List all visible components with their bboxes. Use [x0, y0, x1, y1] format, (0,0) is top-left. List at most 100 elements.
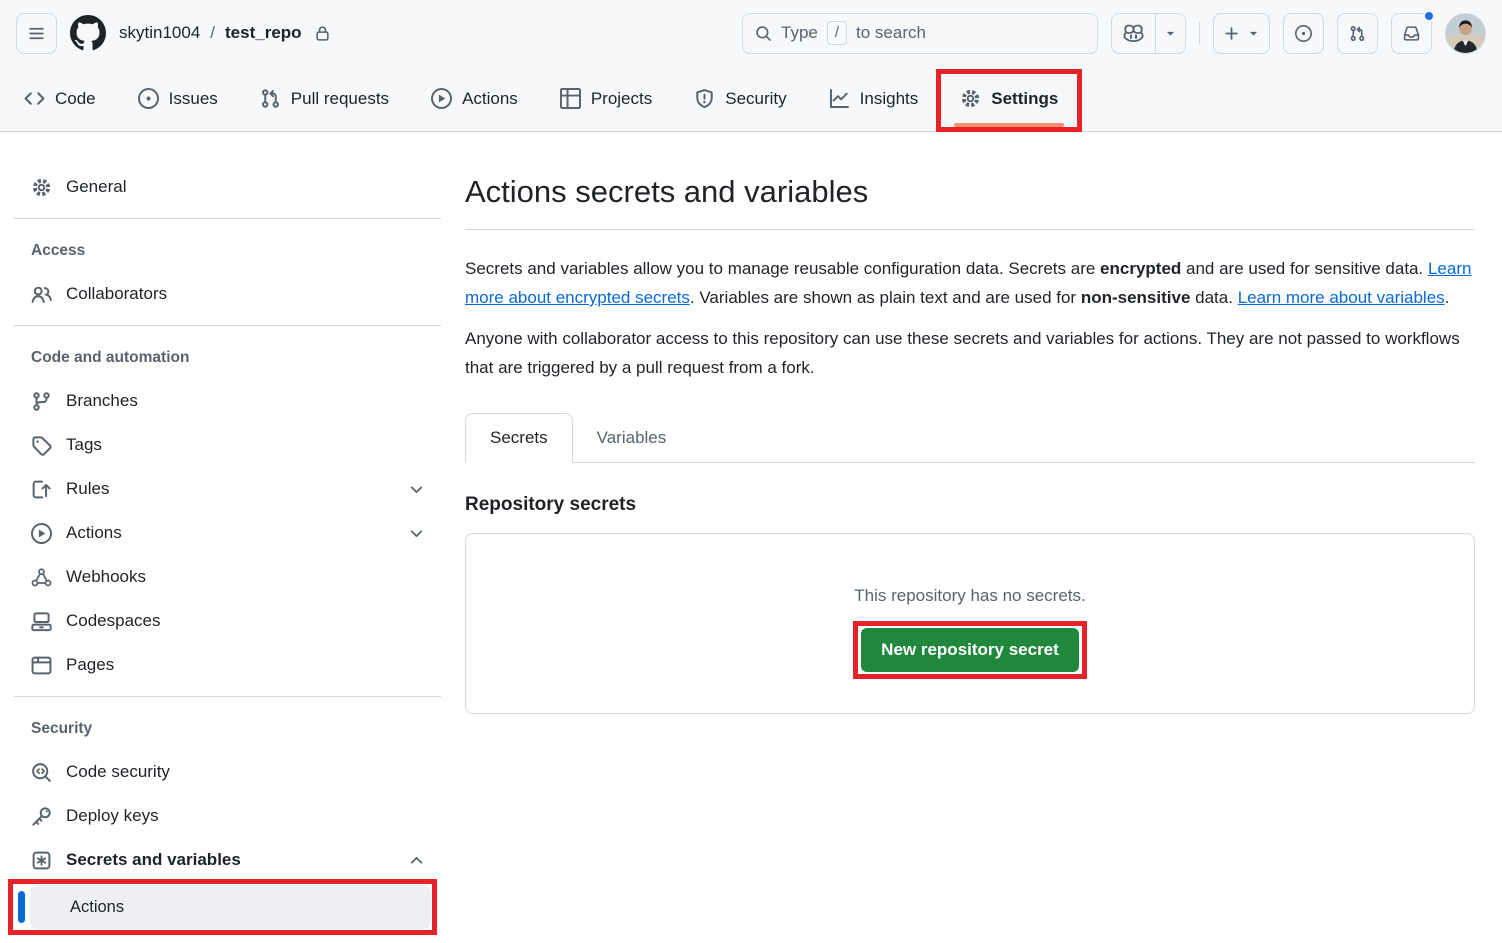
pull-request-icon [1349, 25, 1366, 42]
repository-secrets-heading: Repository secrets [465, 494, 1475, 516]
slash-key-hint: / [827, 21, 847, 45]
chevron-down-icon [408, 525, 425, 542]
avatar[interactable] [1445, 13, 1486, 54]
sidebar-item-branches[interactable]: Branches [14, 379, 443, 423]
chevron-down-icon [408, 481, 425, 498]
tab-label: Projects [591, 89, 652, 109]
copilot-button-group [1111, 13, 1186, 54]
tab-projects[interactable]: Projects [546, 66, 666, 131]
sidebar-subitem-actions[interactable]: Actions [14, 885, 433, 929]
create-new-button[interactable] [1213, 13, 1270, 54]
issues-dashboard-button[interactable] [1283, 13, 1324, 54]
tab-label: Insights [860, 89, 919, 109]
sidebar-item-label: Branches [66, 391, 138, 411]
sidebar-item-label: Tags [66, 435, 102, 455]
empty-state-box: This repository has no secrets. New repo… [465, 533, 1475, 714]
sidebar-item-tags[interactable]: Tags [14, 423, 443, 467]
tab-security[interactable]: Security [680, 66, 800, 131]
sidebar-item-label: Deploy keys [66, 806, 159, 826]
copilot-button[interactable] [1112, 14, 1155, 53]
sidebar-item-label: Codespaces [66, 611, 161, 631]
browser-icon [31, 655, 52, 676]
sidebar-section-code-automation: Code and automation [14, 349, 443, 367]
sidebar-item-deploy-keys[interactable]: Deploy keys [14, 794, 443, 838]
github-logo-icon [70, 15, 106, 51]
sidebar-item-code-security[interactable]: Code security [14, 750, 443, 794]
breadcrumb: skytin1004 / test_repo [119, 23, 331, 43]
new-repository-secret-button[interactable]: New repository secret [861, 628, 1079, 672]
sidebar-divider [14, 325, 441, 326]
tab-label: Settings [991, 89, 1058, 109]
inbox-icon [1403, 25, 1420, 42]
gear-icon [960, 88, 981, 109]
sidebar-item-label: Pages [66, 655, 114, 675]
hamburger-icon [28, 25, 45, 42]
sidebar-item-collaborators[interactable]: Collaborators [14, 272, 443, 316]
inbox-button[interactable] [1391, 13, 1432, 54]
pull-request-icon [260, 88, 281, 109]
lock-icon [314, 25, 331, 42]
sidebar-item-label: Secrets and variables [66, 850, 241, 870]
tab-insights[interactable]: Insights [815, 66, 933, 131]
breadcrumb-separator: / [210, 23, 215, 43]
sidebar-item-secrets-and-variables[interactable]: Secrets and variables [14, 838, 443, 882]
sidebar-item-label: Actions [66, 523, 122, 543]
caret-down-icon [1247, 27, 1260, 40]
tab-settings[interactable]: Settings [946, 66, 1072, 131]
rules-icon [31, 479, 52, 500]
sidebar-subitem-label: Actions [70, 898, 124, 917]
header-divider [1199, 22, 1200, 44]
codespaces-icon [31, 611, 52, 632]
github-logo[interactable] [70, 15, 106, 51]
title-divider [465, 229, 1475, 230]
repo-nav: Code Issues Pull requests Actions Projec… [0, 66, 1502, 132]
sidebar-item-label: Code security [66, 762, 170, 782]
sidebar-item-codespaces[interactable]: Codespaces [14, 599, 443, 643]
graph-icon [829, 88, 850, 109]
avatar-photo [1446, 14, 1485, 53]
breadcrumb-repo-link[interactable]: test_repo [225, 23, 302, 43]
sidebar-item-webhooks[interactable]: Webhooks [14, 555, 443, 599]
link-variables[interactable]: Learn more about variables [1238, 288, 1445, 307]
asterisk-box-icon [31, 850, 52, 871]
issue-opened-icon [138, 88, 159, 109]
main-content: Actions secrets and variables Secrets an… [443, 132, 1502, 714]
people-icon [31, 284, 52, 305]
intro-bold-encrypted: encrypted [1100, 259, 1181, 278]
sidebar-divider [14, 696, 441, 697]
sidebar-item-label: General [66, 177, 126, 197]
tab-secrets[interactable]: Secrets [465, 413, 573, 463]
projects-icon [560, 88, 581, 109]
codescan-icon [31, 762, 52, 783]
hamburger-menu-button[interactable] [16, 13, 57, 54]
search-input[interactable]: Type / to search [742, 13, 1098, 54]
notification-dot [1423, 10, 1435, 22]
sidebar-item-rules[interactable]: Rules [14, 467, 443, 511]
search-placeholder-suffix: to search [856, 23, 926, 43]
copilot-icon [1123, 23, 1144, 44]
tab-actions[interactable]: Actions [417, 66, 532, 131]
tab-label: Security [725, 89, 786, 109]
sidebar-item-label: Rules [66, 479, 109, 499]
intro-text: data. [1190, 288, 1237, 307]
intro-bold-non-sensitive: non-sensitive [1081, 288, 1191, 307]
secrets-variables-tabnav: Secrets Variables [465, 413, 1475, 463]
sidebar-divider [14, 218, 441, 219]
gear-icon [31, 177, 52, 198]
play-icon [31, 523, 52, 544]
tab-issues[interactable]: Issues [124, 66, 232, 131]
intro-text: Secrets and variables allow you to manag… [465, 259, 1100, 278]
sidebar-item-general[interactable]: General [14, 165, 443, 209]
sidebar-item-pages[interactable]: Pages [14, 643, 443, 687]
pull-requests-dashboard-button[interactable] [1337, 13, 1378, 54]
breadcrumb-owner-link[interactable]: skytin1004 [119, 23, 200, 43]
page-title: Actions secrets and variables [465, 172, 1475, 212]
copilot-menu-button[interactable] [1155, 14, 1185, 53]
tab-label: Code [55, 89, 96, 109]
tab-variables[interactable]: Variables [573, 414, 691, 462]
collaborator-access-paragraph: Anyone with collaborator access to this … [465, 324, 1475, 382]
tab-pull-requests[interactable]: Pull requests [246, 66, 403, 131]
sidebar-item-actions[interactable]: Actions [14, 511, 443, 555]
issue-opened-icon [1295, 25, 1312, 42]
tab-code[interactable]: Code [10, 66, 110, 131]
